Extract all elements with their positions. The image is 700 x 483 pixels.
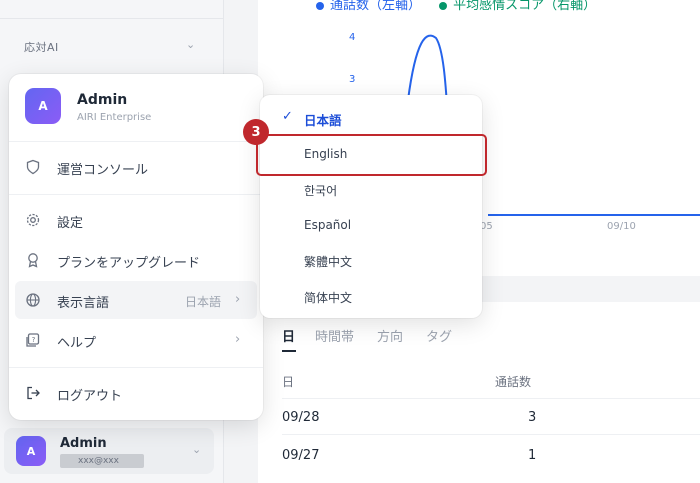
tab-day[interactable]: 日 [282, 326, 295, 345]
x-tick-label: 09/10 [607, 221, 636, 232]
chevron-down-icon[interactable]: ⌄ [186, 38, 195, 51]
menu-divider [9, 194, 263, 195]
shield-icon [26, 159, 40, 175]
row-divider [282, 434, 700, 435]
language-option-simplified-chinese[interactable]: 简体中文 [260, 280, 482, 314]
highlight-box [256, 134, 487, 176]
menu-item-upgrade-plan[interactable]: プランをアップグレード [15, 241, 257, 279]
tab-direction[interactable]: 方向 [377, 326, 403, 345]
menu-divider [9, 367, 263, 368]
language-option-korean[interactable]: 한국어 [260, 173, 482, 207]
sidebar-divider [0, 18, 224, 19]
language-option-traditional-chinese[interactable]: 繁體中文 [260, 244, 482, 278]
help-icon: ? [26, 333, 40, 347]
avatar: A [16, 436, 46, 466]
menu-divider [9, 141, 263, 142]
tab-tag[interactable]: タグ [426, 326, 452, 345]
globe-icon [26, 293, 40, 307]
avatar: A [25, 88, 61, 124]
gear-icon [26, 213, 40, 227]
user-email: xxx@xxx [60, 454, 144, 468]
row-divider [282, 398, 700, 399]
language-menu: ✓ 日本語 English 한국어 Español 繁體中文 简体中文 [260, 95, 482, 318]
account-name: Admin [77, 92, 128, 108]
user-name: Admin [60, 436, 107, 451]
column-header-calls[interactable]: 通話数 [495, 373, 531, 390]
account-org: AIRI Enterprise [77, 112, 152, 123]
svg-text:?: ? [32, 336, 36, 344]
current-language-value: 日本語 [185, 295, 222, 309]
language-option-japanese[interactable]: ✓ 日本語 [260, 101, 482, 135]
chevron-down-icon: ⌄ [192, 443, 202, 456]
menu-item-logout[interactable]: ログアウト [15, 374, 257, 412]
logout-icon [27, 386, 40, 400]
language-option-spanish[interactable]: Español [260, 209, 482, 243]
breakdown-table-card: 日 時間帯 方向 タグ 日 通話数 09/28 3 09/27 1 [258, 302, 700, 483]
award-icon [28, 253, 38, 268]
menu-item-help[interactable]: ? ヘルプ › [15, 321, 257, 359]
account-menu: A Admin AIRI Enterprise 運営コンソール 設定 プランをア… [9, 74, 263, 420]
check-icon: ✓ [282, 109, 293, 124]
cell-date: 09/28 [282, 410, 320, 425]
tab-time[interactable]: 時間帯 [315, 326, 354, 345]
step-badge: 3 [243, 119, 269, 145]
menu-item-admin-console[interactable]: 運営コンソール [15, 148, 257, 186]
column-header-date[interactable]: 日 [282, 373, 294, 390]
cell-date: 09/27 [282, 448, 320, 463]
cell-calls: 1 [528, 448, 537, 463]
chevron-right-icon: › [235, 292, 241, 307]
cell-calls: 3 [528, 410, 537, 425]
active-tab-indicator [282, 350, 296, 352]
sidebar-user-button[interactable]: A Admin xxx@xxx ⌄ [4, 428, 214, 474]
sidebar-section-label[interactable]: 応対AI [24, 39, 59, 55]
menu-item-display-language[interactable]: 表示言語 日本語 › [15, 281, 257, 319]
menu-item-settings[interactable]: 設定 [15, 201, 257, 239]
chevron-right-icon: › [235, 332, 241, 347]
